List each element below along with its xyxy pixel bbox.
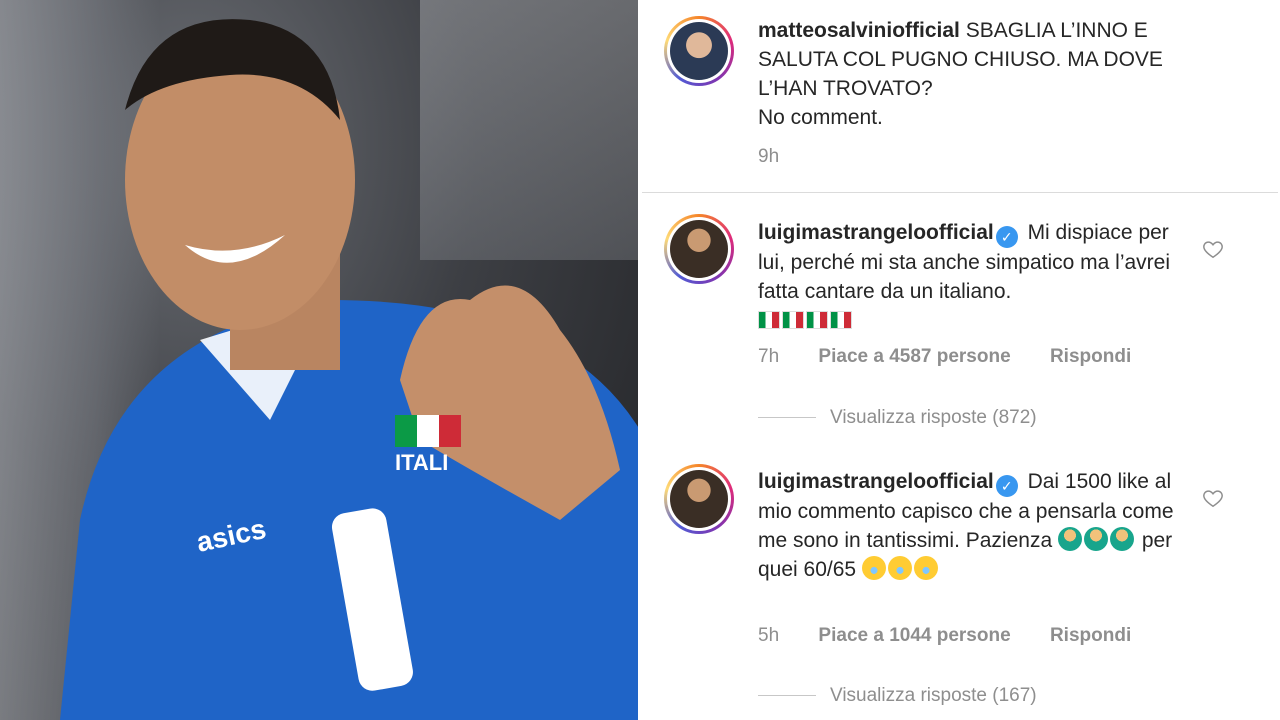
separator [642, 192, 1278, 193]
post-time: 9h [758, 146, 813, 168]
comment-2-likes[interactable]: Piace a 1044 persone [818, 625, 1010, 646]
shrug-emoji [1057, 527, 1136, 552]
avatar-salvini[interactable] [664, 16, 734, 86]
avatar-comment-1[interactable] [664, 214, 734, 284]
post-caption: matteosalviniofficial SBAGLIA L’INNO E S… [758, 16, 1228, 132]
comment-2-view-replies[interactable]: Visualizza risposte (167) [758, 685, 1037, 707]
post-timestamp: 9h [758, 146, 780, 167]
comment-2-meta: 5h Piace a 1044 persone Rispondi [758, 625, 1165, 647]
post-username[interactable]: matteosalviniofficial [758, 19, 960, 42]
laughing-emoji [861, 556, 940, 581]
comment-2-username[interactable]: luigimastrangeloofficial [758, 470, 994, 493]
comment-1-reply-button[interactable]: Rispondi [1050, 346, 1131, 367]
comment-1-view-replies[interactable]: Visualizza risposte (872) [758, 407, 1037, 429]
comments-panel: matteosalviniofficial SBAGLIA L’INNO E S… [642, 0, 1280, 720]
comment-1-time: 7h [758, 346, 780, 367]
post-caption-extra: No comment. [758, 106, 883, 129]
svg-text:ITALI: ITALI [395, 450, 448, 475]
comment-1-username[interactable]: luigimastrangeloofficial [758, 221, 994, 244]
player-illustration: ITALI asics [60, 19, 640, 720]
heart-icon[interactable] [1202, 238, 1224, 260]
verified-badge-icon: ✓ [995, 226, 1018, 248]
italian-flag-emoji [758, 309, 854, 332]
heart-icon[interactable] [1202, 487, 1224, 509]
comment-2-time: 5h [758, 625, 780, 646]
comment-2-reply-button[interactable]: Rispondi [1050, 625, 1131, 646]
replies-line [758, 695, 816, 697]
comment-1-likes[interactable]: Piace a 4587 persone [818, 346, 1010, 367]
post-photo: ITALI asics [0, 0, 640, 720]
avatar-comment-2[interactable] [664, 464, 734, 534]
comment-2-body: luigimastrangeloofficial ✓ Dai 1500 like … [758, 467, 1188, 584]
comment-1-meta: 7h Piace a 4587 persone Rispondi [758, 346, 1165, 368]
replies-line [758, 417, 816, 419]
comment-1-body: luigimastrangeloofficial ✓ Mi dispiace pe… [758, 218, 1188, 335]
view-replies-label[interactable]: Visualizza risposte (167) [830, 685, 1037, 706]
verified-badge-icon: ✓ [995, 475, 1018, 497]
view-replies-label[interactable]: Visualizza risposte (872) [830, 407, 1037, 428]
